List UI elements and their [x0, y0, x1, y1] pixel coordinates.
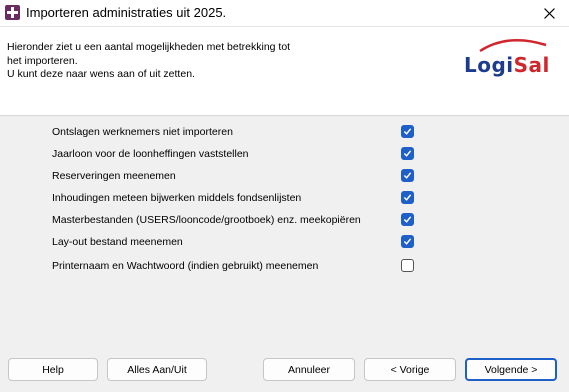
option-row: Jaarloon voor de loonheffingen vaststell…: [52, 145, 422, 163]
logo-swoosh-icon: [479, 39, 547, 53]
checkmark-icon: [403, 194, 412, 201]
toggle-all-button[interactable]: Alles Aan/Uit: [107, 358, 207, 381]
app-plus-icon: [5, 5, 20, 20]
help-button[interactable]: Help: [8, 358, 98, 381]
header-panel: Hieronder ziet u een aantal mogelijkhede…: [0, 27, 569, 115]
option-checkbox[interactable]: [401, 147, 414, 160]
option-row: Masterbestanden (USERS/looncode/grootboe…: [52, 211, 422, 229]
option-checkbox[interactable]: [401, 213, 414, 226]
option-label: Inhoudingen meteen bijwerken middels fon…: [52, 192, 302, 204]
logo-text-sal: Sal: [513, 53, 550, 77]
title-bar: Importeren administraties uit 2025.: [0, 0, 569, 27]
checkmark-icon: [403, 150, 412, 157]
header-line-1: Hieronder ziet u een aantal mogelijkhede…: [7, 41, 291, 53]
logisal-logo: LogiSal: [460, 35, 556, 83]
option-checkbox[interactable]: [401, 235, 414, 248]
option-label: Jaarloon voor de loonheffingen vaststell…: [52, 148, 249, 160]
checkmark-icon: [403, 128, 412, 135]
option-row: Lay-out bestand meenemen: [52, 233, 422, 251]
window-title: Importeren administraties uit 2025.: [26, 5, 227, 20]
logo-text-logi: Logi: [464, 53, 514, 77]
option-label: Masterbestanden (USERS/looncode/grootboe…: [52, 214, 361, 226]
option-row: Ontslagen werknemers niet importeren: [52, 123, 422, 141]
next-button[interactable]: Volgende >: [465, 358, 557, 381]
checkmark-icon: [403, 238, 412, 245]
checkmark-icon: [403, 216, 412, 223]
option-checkbox[interactable]: [401, 169, 414, 182]
close-button[interactable]: [529, 0, 569, 26]
option-row: Inhoudingen meteen bijwerken middels fon…: [52, 189, 422, 207]
checkmark-icon: [403, 172, 412, 179]
option-label: Lay-out bestand meenemen: [52, 236, 183, 248]
option-label: Reserveringen meenemen: [52, 170, 176, 182]
option-label: Ontslagen werknemers niet importeren: [52, 126, 233, 138]
close-icon: [543, 7, 555, 19]
option-checkbox[interactable]: [401, 259, 414, 272]
option-checkbox[interactable]: [401, 191, 414, 204]
header-line-2: het importeren.: [7, 54, 78, 67]
header-line-3: U kunt deze naar wens aan of uit zetten.: [7, 68, 195, 80]
option-row: Printernaam en Wachtwoord (indien gebrui…: [52, 257, 422, 275]
option-row: Reserveringen meenemen: [52, 167, 422, 185]
header-divider: [0, 115, 569, 116]
previous-button[interactable]: < Vorige: [364, 358, 456, 381]
cancel-button[interactable]: Annuleer: [263, 358, 355, 381]
header-description: Hieronder ziet u een aantal mogelijkhede…: [7, 41, 327, 82]
option-label: Printernaam en Wachtwoord (indien gebrui…: [52, 260, 319, 272]
option-checkbox[interactable]: [401, 125, 414, 138]
